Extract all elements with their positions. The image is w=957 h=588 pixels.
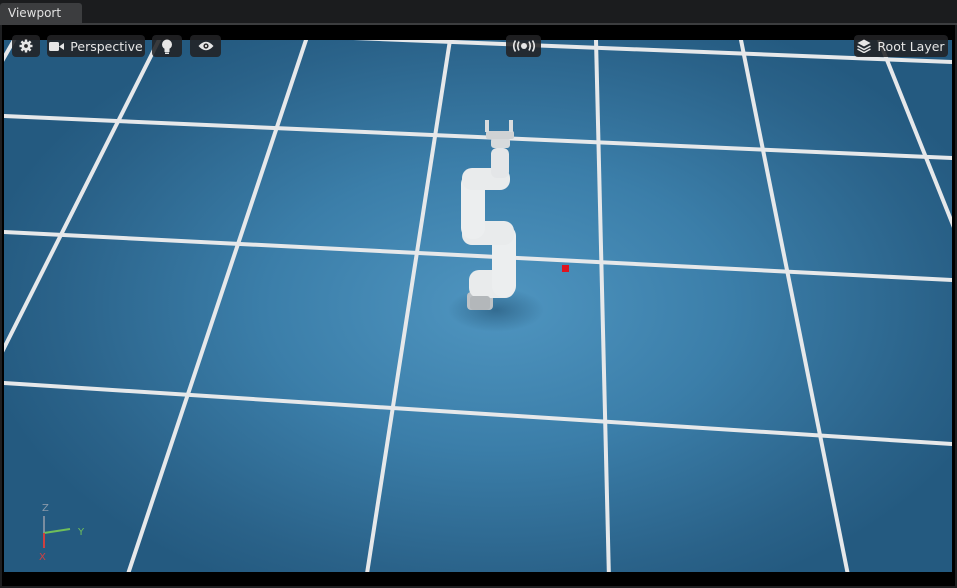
camera-button[interactable]: Perspective xyxy=(47,35,145,57)
lighting-button[interactable] xyxy=(152,35,182,57)
scene xyxy=(4,40,952,572)
grid-line xyxy=(365,40,453,572)
tab-bar: Viewport xyxy=(0,0,957,25)
robot-finger xyxy=(509,120,513,132)
robot-base-ring xyxy=(470,296,490,310)
axis-gizmo xyxy=(43,516,71,548)
grid-line xyxy=(593,40,611,572)
tab-viewport[interactable]: Viewport xyxy=(0,3,82,24)
axis-z-label: Z xyxy=(42,503,49,514)
broadcast-icon xyxy=(512,40,535,52)
axis-y-line xyxy=(43,528,71,534)
gear-icon xyxy=(19,39,33,53)
lightbulb-icon xyxy=(162,39,172,54)
visibility-button[interactable] xyxy=(190,35,221,57)
robot-wrist xyxy=(491,148,509,178)
robot-arm[interactable] xyxy=(448,120,544,332)
axis-x-label: X xyxy=(39,552,46,563)
camera-label: Perspective xyxy=(70,38,143,54)
viewport-canvas[interactable]: Z Y X xyxy=(4,40,952,572)
grid-line xyxy=(4,40,162,353)
settings-button[interactable] xyxy=(12,35,40,57)
axis-y-label: Y xyxy=(78,527,85,538)
robot-wrist xyxy=(491,138,510,148)
robot-gripper xyxy=(486,131,514,139)
grid-line xyxy=(353,40,952,65)
layer-button[interactable]: Root Layer xyxy=(854,35,948,57)
layer-label: Root Layer xyxy=(877,38,945,54)
layers-icon xyxy=(857,39,872,53)
grid-line xyxy=(738,40,850,572)
grid-line xyxy=(876,40,952,228)
target-marker[interactable] xyxy=(562,265,569,272)
eye-icon xyxy=(198,41,213,51)
stream-button[interactable] xyxy=(506,35,541,57)
robot-finger xyxy=(485,120,489,132)
grid-line xyxy=(126,40,309,572)
grid-line xyxy=(4,113,952,161)
video-camera-icon xyxy=(49,41,65,51)
